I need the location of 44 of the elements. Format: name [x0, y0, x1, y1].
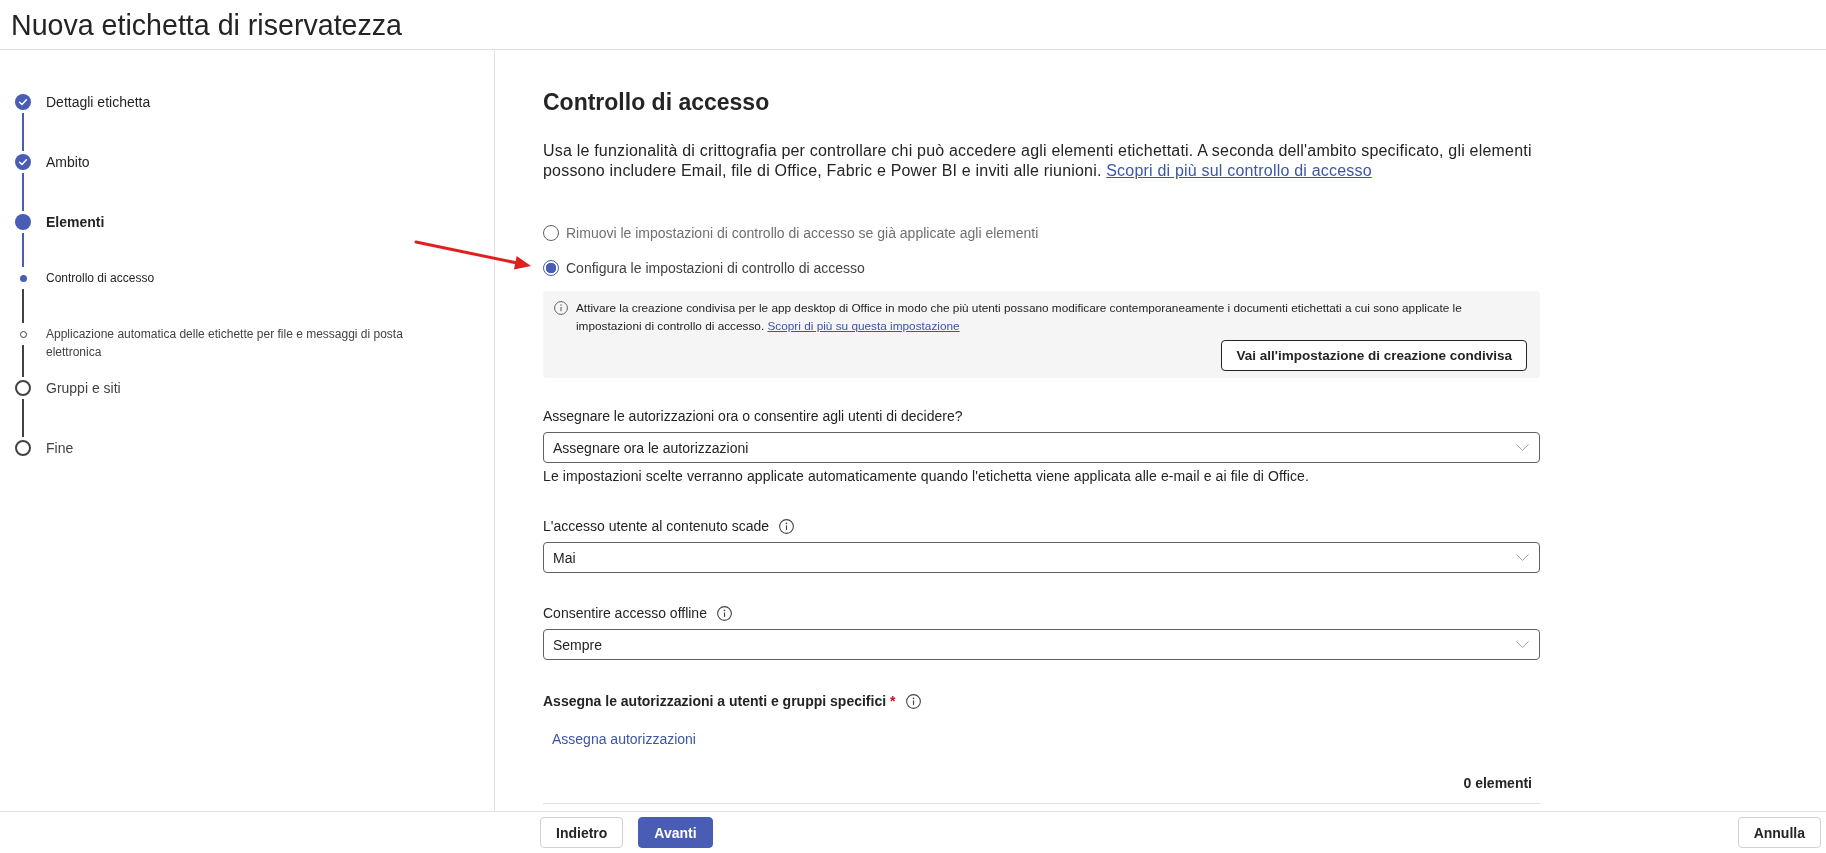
field-label: Consentire accesso offline [543, 604, 707, 623]
wizard-nav-button[interactable]: Avanti [638, 817, 713, 848]
helper-text: Le impostazioni scelte verranno applicate automaticamente quando l'etichetta viene applicata alle e-mail e ai file di Office. [543, 467, 1310, 486]
step-label: Ambito [46, 153, 90, 171]
step-label: Controllo di accesso [46, 270, 155, 287]
chevron-down-icon [1516, 444, 1529, 451]
radio-button[interactable] [543, 260, 559, 276]
chevron-down-icon [1516, 641, 1529, 648]
info-text: Attivare la creazione condivisa per le app desktop di Office in modo che più utenti possano modificare contemporaneamente i documenti etichettati a cui sono applicate le impostazioni di controllo di accesso. Scopri di più su questa impostazione [576, 300, 1463, 335]
field-label: Assegna le autorizzazioni a utenti e gruppi specifici [543, 692, 887, 711]
step-label: Applicazione automatica delle etichette per file e messaggi di posta elettronica [46, 326, 404, 361]
step-label: Elementi [46, 213, 105, 231]
page-title: Nuova etichetta di riservatezza [11, 7, 402, 43]
info-icon[interactable] [779, 518, 795, 534]
learn-more-link[interactable]: Scopri di più sul controllo di accesso [1106, 162, 1372, 179]
step-label: Dettagli etichetta [46, 93, 151, 111]
step-connector [22, 345, 24, 377]
chevron-down-icon [1516, 554, 1529, 561]
field-label: L'accesso utente al contenuto scade [543, 517, 770, 536]
dropdown[interactable]: Mai [543, 542, 1540, 573]
radio-option[interactable]: Configura le impostazioni di controllo di accesso [543, 258, 865, 278]
section-heading: Controllo di accesso [543, 88, 771, 117]
radio-option[interactable]: Rimuovi le impostazioni di controllo di accesso se già applicate agli elementi [543, 223, 1039, 243]
dropdown[interactable]: Assegnare ora le autorizzazioni [543, 432, 1540, 463]
step-connector [22, 173, 24, 211]
description-text: Usa le funzionalità di crittografia per controllare chi può accedere agli elementi etichettati. A seconda dell'ambito specificato, gli elementi possono includere Email, file di Office, Fabric e Power BI e inviti alle riunioni. Scopri di più sul controllo di accesso [543, 141, 1533, 181]
step-label: Gruppi e siti [46, 379, 121, 397]
item-count: 0 elementi [1463, 774, 1532, 793]
cancel-button[interactable]: Annulla [1737, 817, 1821, 848]
learn-more-link[interactable]: Scopri di più su questa impostazione [767, 319, 960, 333]
assign-permissions-link[interactable]: Assegna autorizzazioni [552, 731, 696, 747]
info-icon[interactable] [905, 693, 921, 709]
step-label: Fine [46, 439, 74, 457]
step-connector [22, 233, 24, 267]
info-icon [554, 301, 568, 315]
wizard-nav-button[interactable]: Indietro [540, 817, 624, 848]
step-connector [22, 399, 24, 437]
step-connector [22, 289, 24, 323]
co-authoring-settings-button[interactable]: Vai all'impostazione di creazione condivisa [1221, 340, 1527, 371]
field-label: Assegnare le autorizzazioni ora o consentire agli utenti di decidere? [543, 407, 963, 426]
dropdown[interactable]: Sempre [543, 629, 1540, 660]
step-connector [22, 113, 24, 151]
info-icon[interactable] [716, 605, 732, 621]
required-mark: * [890, 692, 896, 711]
